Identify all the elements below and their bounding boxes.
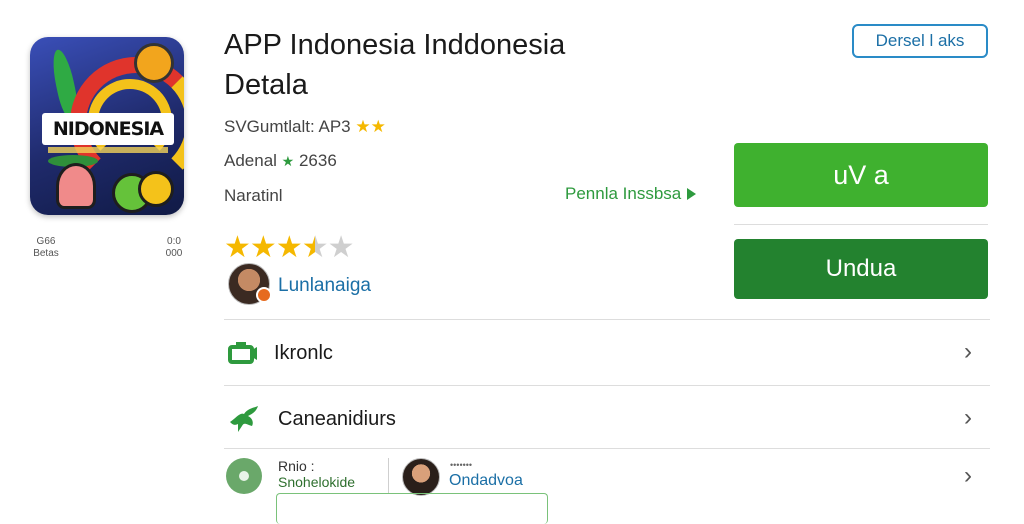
character-figure xyxy=(56,163,96,209)
bottom-divider xyxy=(388,458,389,494)
secondary-download-button[interactable]: Undua xyxy=(734,239,988,299)
download-button[interactable]: uV a xyxy=(734,143,988,207)
chevron-right-icon[interactable]: › xyxy=(964,462,972,490)
small-star-icon: ★ xyxy=(281,153,295,169)
icon-meta-right-2: 000 xyxy=(165,248,183,259)
icon-meta-left: G66 Betas xyxy=(26,236,66,260)
star-full-icon: ★ xyxy=(275,231,303,264)
app-icon-subbanner xyxy=(48,147,168,153)
mini-label-1: Rnio : xyxy=(278,458,315,474)
stats-value: 2636 xyxy=(298,151,337,170)
icon-meta-left-1: G66 xyxy=(36,236,56,247)
chevron-right-icon: › xyxy=(964,404,972,431)
install-link[interactable]: Pennla Inssbsa xyxy=(565,184,697,204)
app-title-line1: APP Indonesia Inddonesia xyxy=(224,29,566,61)
app-title-line2: Detala xyxy=(224,69,308,101)
bottom-mini-info: Rnio : Snohelokide xyxy=(278,458,355,490)
user-avatar[interactable] xyxy=(402,458,440,496)
star-full-icon: ★ xyxy=(249,231,277,264)
star-half-icon: ★ xyxy=(301,231,329,264)
bottom-input-box[interactable] xyxy=(276,493,548,524)
app-title: APP Indonesia Inddonesia Detala xyxy=(224,25,704,105)
user-name[interactable]: Ondadvoa xyxy=(449,472,523,490)
app-subtitle: SVGumtlalt: AP3 ★★ xyxy=(224,117,386,137)
mini-label-2: Snohelokide xyxy=(278,474,356,490)
developer-name[interactable]: Lunlanaiga xyxy=(278,275,371,297)
star-empty-icon: ★ xyxy=(327,231,355,264)
star-full-icon: ★ xyxy=(224,231,251,264)
camera-icon xyxy=(228,342,257,364)
section-divider xyxy=(224,319,990,320)
stats-prefix: Adenal xyxy=(224,151,277,170)
app-stats: Adenal ★ 2636 xyxy=(224,151,337,171)
app-icon: NIDONESIA xyxy=(30,37,184,215)
icon-meta-right-1: 0:0 xyxy=(167,236,181,247)
list-row-label: Caneanidiurs xyxy=(278,408,396,430)
chevron-right-icon: › xyxy=(964,338,972,365)
app-category: Naratinl xyxy=(224,186,283,205)
button-divider xyxy=(734,224,988,225)
subtitle-label: SVGumtlalt: AP3 xyxy=(224,117,351,136)
location-icon xyxy=(226,458,262,494)
arrow-right-icon xyxy=(687,188,697,200)
sun-icon xyxy=(134,43,174,83)
detail-button[interactable]: Dersel l aks xyxy=(852,24,988,58)
icon-meta-left-2: Betas xyxy=(33,248,59,259)
install-link-label: Pennla Inssbsa xyxy=(565,184,682,203)
list-row-label: Ikronlc xyxy=(274,342,333,364)
list-row-caneanidiurs[interactable]: Caneanidiurs › xyxy=(224,400,990,440)
app-icon-banner: NIDONESIA xyxy=(42,113,174,145)
bird-icon xyxy=(230,406,258,432)
download-button-label: uV a xyxy=(833,159,889,190)
section-divider xyxy=(224,385,990,386)
rating-stars: ★★★★★ xyxy=(224,230,355,265)
user-tiny-text: ••••••• xyxy=(450,460,473,470)
icon-meta-right: 0:0 000 xyxy=(158,236,190,260)
star-icon: ★★ xyxy=(355,117,386,136)
badge-icon xyxy=(138,171,174,207)
section-divider xyxy=(224,448,990,449)
developer-badge-icon xyxy=(256,287,272,303)
list-row-ikronlc[interactable]: Ikronlc › xyxy=(224,334,990,374)
